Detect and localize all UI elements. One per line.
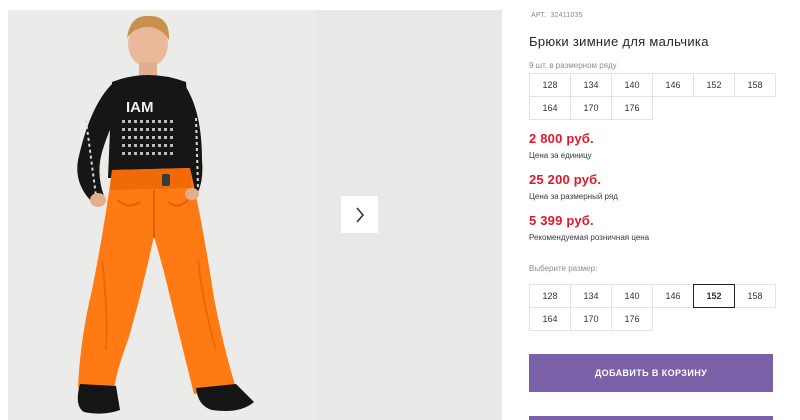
size-row-note: 9 шт. в размерном ряду <box>529 61 617 70</box>
size-row-grid: 128 134 140 146 152 158 164 170 176 <box>529 73 776 120</box>
article-value: 32411035 <box>550 12 583 19</box>
size-option[interactable]: 158 <box>734 284 776 308</box>
size-option[interactable]: 134 <box>570 284 612 308</box>
secondary-action-button[interactable] <box>529 416 773 420</box>
product-photo-illustration: IAM <box>8 10 316 420</box>
row-price: 25 200 руб. <box>529 172 602 187</box>
size-row-cell: 152 <box>693 73 735 97</box>
choose-size-label: Выберите размер: <box>529 264 598 273</box>
add-to-cart-button[interactable]: ДОБАВИТЬ В КОРЗИНУ <box>529 354 773 392</box>
size-option[interactable]: 176 <box>611 307 653 331</box>
size-row-cell: 164 <box>529 96 571 120</box>
unit-price: 2 800 руб. <box>529 131 594 146</box>
size-option-selected[interactable]: 152 <box>693 284 735 308</box>
article-label: АРТ. <box>531 12 547 19</box>
gallery-next-button[interactable] <box>341 196 378 233</box>
size-row-cell: 170 <box>570 96 612 120</box>
retail-price-note: Рекомендуемая розничная цена <box>529 233 650 242</box>
row-price-note: Цена за размерный ряд <box>529 192 618 201</box>
size-row-cell: 134 <box>570 73 612 97</box>
size-option[interactable]: 146 <box>652 284 694 308</box>
size-option[interactable]: 140 <box>611 284 653 308</box>
size-option[interactable]: 164 <box>529 307 571 331</box>
product-photo: IAM <box>8 10 316 420</box>
size-row-cell: 128 <box>529 73 571 97</box>
product-title: Брюки зимние для мальчика <box>529 34 709 49</box>
size-row-cell: 146 <box>652 73 694 97</box>
size-selector: 128 134 140 146 152 158 164 170 176 <box>529 284 776 331</box>
article-number: АРТ. 32411035 <box>529 12 583 19</box>
size-row-cell: 140 <box>611 73 653 97</box>
chevron-right-icon <box>355 206 364 223</box>
retail-price: 5 399 руб. <box>529 213 594 228</box>
unit-price-note: Цена за единицу <box>529 151 592 160</box>
size-row-cell: 176 <box>611 96 653 120</box>
size-option[interactable]: 128 <box>529 284 571 308</box>
size-row-cell: 158 <box>734 73 776 97</box>
size-option[interactable]: 170 <box>570 307 612 331</box>
svg-text:IAM: IAM <box>126 99 154 116</box>
